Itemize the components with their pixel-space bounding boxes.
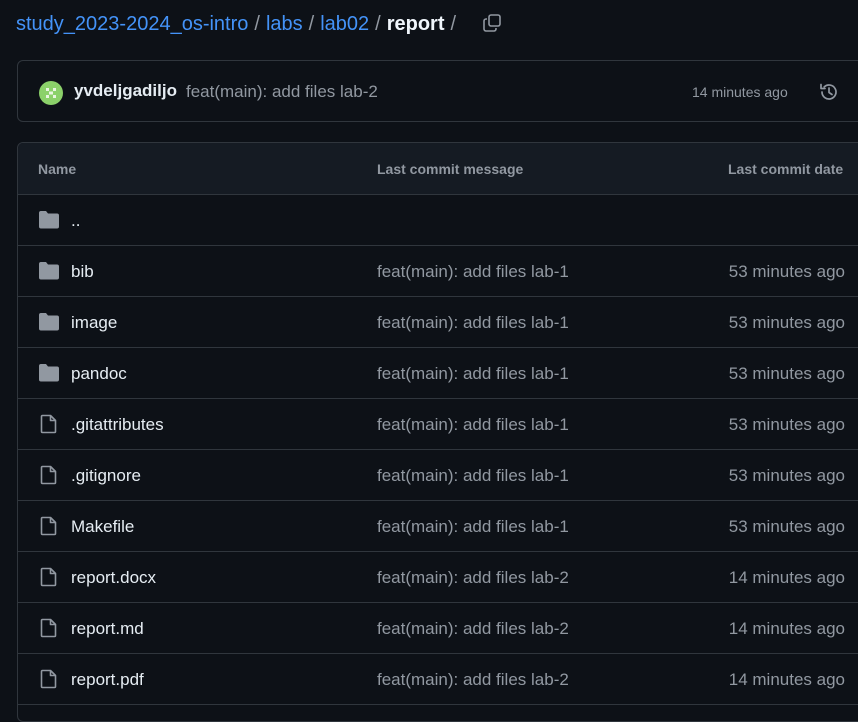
breadcrumb: study_2023-2024_os-intro / labs / lab02 … <box>16 8 462 40</box>
file-name-link[interactable]: report.docx <box>71 568 156 588</box>
breadcrumb-separator: / <box>308 12 315 35</box>
column-header-message: Last commit message <box>377 161 524 177</box>
file-name-link[interactable]: Makefile <box>71 517 134 537</box>
parent-directory-link[interactable]: .. <box>71 211 80 231</box>
file-commit-message[interactable]: feat(main): add files lab-2 <box>377 670 569 690</box>
file-name-link[interactable]: pandoc <box>71 364 127 384</box>
file-commit-date: 53 minutes ago <box>728 517 845 536</box>
file-name-link[interactable]: bib <box>71 262 94 282</box>
table-header: Name Last commit message Last commit dat… <box>18 143 858 195</box>
breadcrumb-current: report <box>386 12 445 35</box>
breadcrumb-labs-link[interactable]: labs <box>266 13 303 36</box>
file-row[interactable]: .gitattributes feat(main): add files lab-… <box>18 399 858 450</box>
file-commit-date: 53 minutes ago <box>728 313 845 332</box>
file-commit-message[interactable]: feat(main): add files lab-2 <box>377 619 569 639</box>
history-icon[interactable] <box>818 81 840 103</box>
file-row[interactable]: report.pdf feat(main): add files lab-2 14 … <box>18 654 858 705</box>
file-icon <box>40 618 57 638</box>
file-commit-date: 53 minutes ago <box>728 466 845 485</box>
file-name-link[interactable]: .gitattributes <box>71 415 164 435</box>
file-table: Name Last commit message Last commit dat… <box>17 142 858 722</box>
file-row[interactable]: report.docx feat(main): add files lab-2 14… <box>18 552 858 603</box>
file-row[interactable]: Makefile feat(main): add files lab-1 53 mi… <box>18 501 858 552</box>
file-icon <box>40 465 57 485</box>
file-icon <box>40 516 57 536</box>
copy-icon <box>483 14 501 32</box>
file-row[interactable]: bib feat(main): add files lab-1 53 minutes… <box>18 246 858 297</box>
breadcrumb-separator: / <box>375 12 381 35</box>
breadcrumb-separator: / <box>450 12 457 35</box>
column-header-name: Name <box>38 161 77 177</box>
file-commit-message[interactable]: feat(main): add files lab-1 <box>377 517 569 537</box>
file-icon <box>40 567 57 587</box>
file-commit-message[interactable]: feat(main): add files lab-1 <box>377 262 569 282</box>
identicon-avatar[interactable] <box>39 81 63 105</box>
latest-commit-box: yvdeljgadiljo feat(main): add files lab-… <box>17 60 858 122</box>
commit-author[interactable]: yvdeljgadiljo <box>74 81 177 101</box>
folder-icon <box>39 364 59 382</box>
file-list: bib feat(main): add files lab-1 53 minutes… <box>18 246 858 705</box>
file-row[interactable]: image feat(main): add files lab-1 53 minut… <box>18 297 858 348</box>
file-row[interactable]: pandoc feat(main): add files lab-1 53 minu… <box>18 348 858 399</box>
file-commit-message[interactable]: feat(main): add files lab-1 <box>377 364 569 384</box>
folder-icon <box>39 262 59 280</box>
file-commit-date: 53 minutes ago <box>728 415 845 434</box>
file-row[interactable]: .gitignore feat(main): add files lab-1 53 … <box>18 450 858 501</box>
file-icon <box>40 669 57 689</box>
file-commit-message[interactable]: feat(main): add files lab-1 <box>377 313 569 333</box>
breadcrumb-lab02-link[interactable]: lab02 <box>320 13 369 36</box>
file-row[interactable]: report.md feat(main): add files lab-2 14 m… <box>18 603 858 654</box>
copy-path-button[interactable] <box>479 10 505 36</box>
breadcrumb-separator: / <box>254 12 260 35</box>
file-name-link[interactable]: report.md <box>71 619 144 639</box>
file-commit-message[interactable]: feat(main): add files lab-1 <box>377 466 569 486</box>
commit-time: 14 minutes ago <box>692 84 788 100</box>
parent-directory-row[interactable]: .. <box>18 195 858 246</box>
column-header-date: Last commit date <box>728 161 844 177</box>
file-icon <box>40 414 57 434</box>
breadcrumb-repo-link[interactable]: study_2023-2024_os-intro <box>16 13 248 36</box>
file-commit-message[interactable]: feat(main): add files lab-1 <box>377 415 569 435</box>
file-commit-date: 14 minutes ago <box>728 619 845 638</box>
file-commit-date: 53 minutes ago <box>728 262 845 281</box>
commit-message[interactable]: feat(main): add files lab-2 <box>186 82 378 102</box>
file-commit-date: 14 minutes ago <box>728 670 845 689</box>
file-name-link[interactable]: report.pdf <box>71 670 144 690</box>
file-name-link[interactable]: .gitignore <box>71 466 141 486</box>
file-name-link[interactable]: image <box>71 313 117 333</box>
file-commit-date: 14 minutes ago <box>728 568 845 587</box>
folder-icon <box>39 313 59 331</box>
file-commit-date: 53 minutes ago <box>728 364 845 383</box>
folder-icon <box>39 211 59 229</box>
file-commit-message[interactable]: feat(main): add files lab-2 <box>377 568 569 588</box>
